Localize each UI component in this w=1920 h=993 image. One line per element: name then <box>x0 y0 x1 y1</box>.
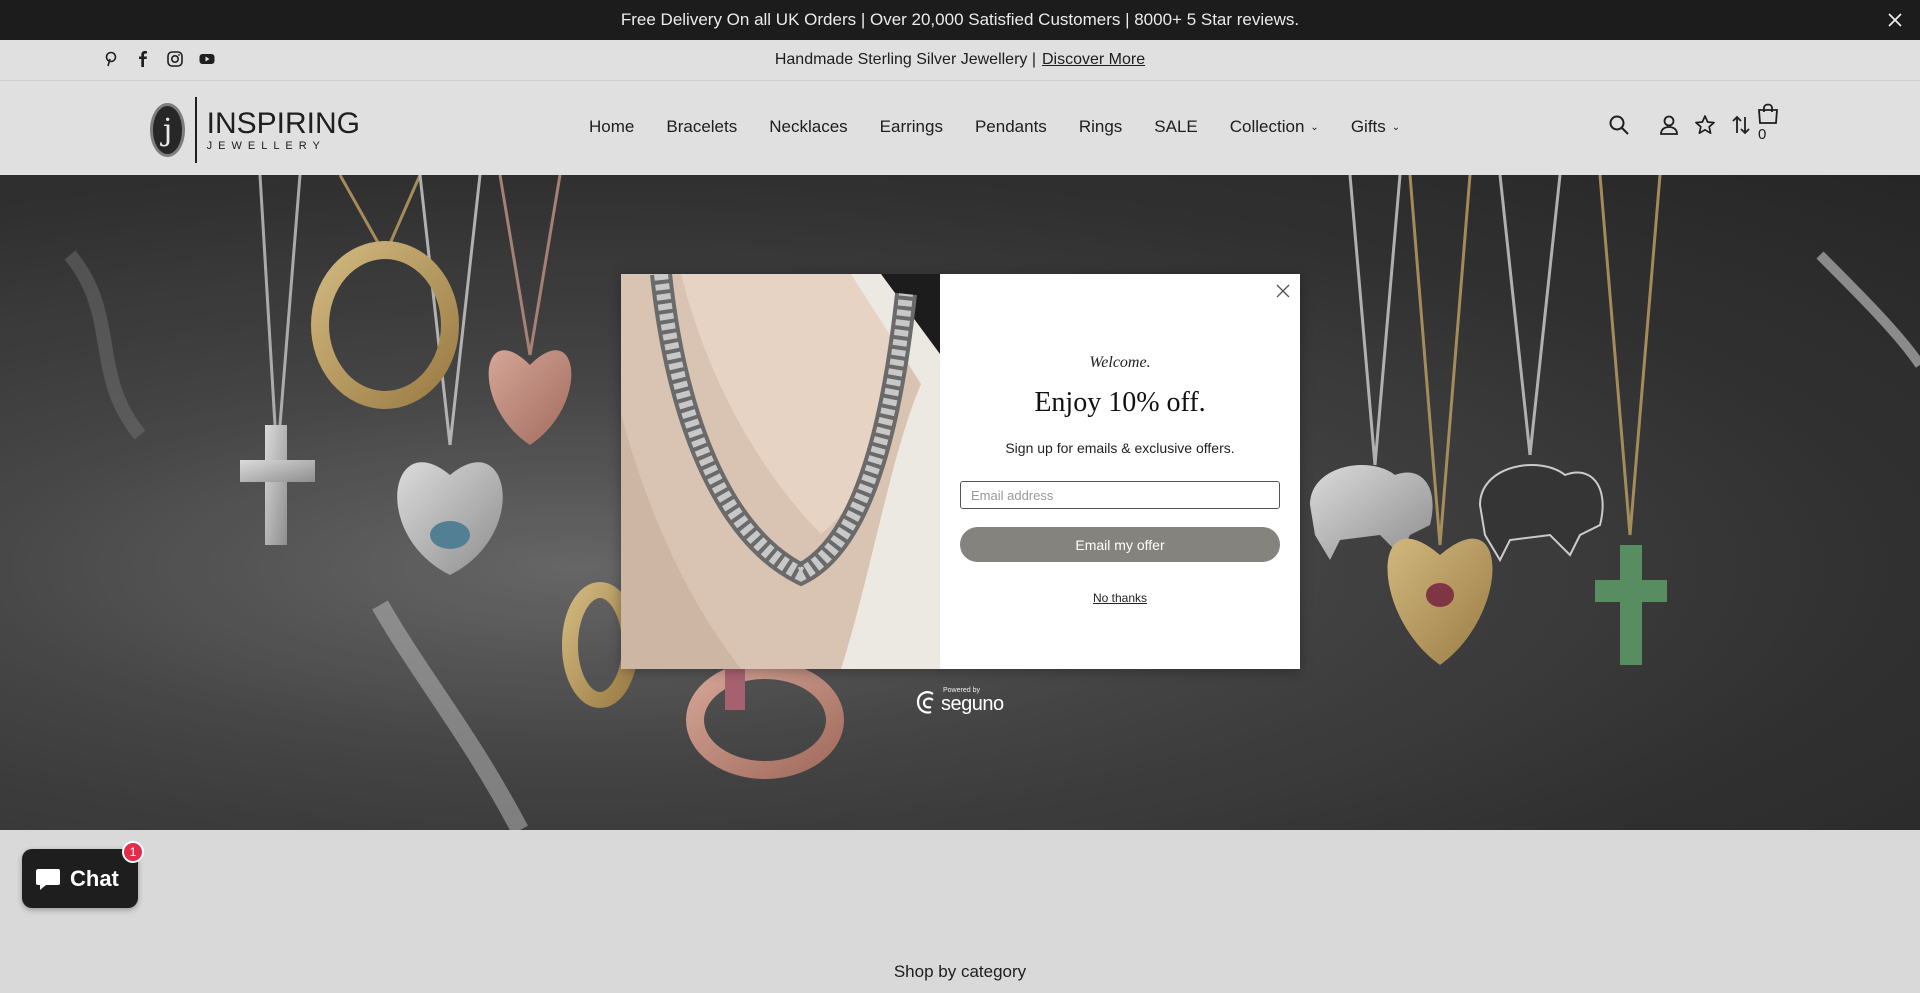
close-icon[interactable] <box>1884 9 1906 31</box>
nav-item-bracelets[interactable]: Bracelets <box>666 117 737 137</box>
instagram-icon[interactable] <box>166 50 184 68</box>
nav-item-sale[interactable]: SALE <box>1154 117 1197 137</box>
main-nav: Home Bracelets Necklaces Earrings Pendan… <box>589 117 1400 137</box>
cart-button[interactable]: 0 <box>1756 103 1784 143</box>
chat-bubble-icon <box>36 868 60 890</box>
lower-section: Shop by category <box>0 830 1920 993</box>
nav-item-earrings[interactable]: Earrings <box>880 117 943 137</box>
sub-bar: Handmade Sterling Silver Jewellery | Dis… <box>0 40 1920 81</box>
cart-count: 0 <box>1758 126 1767 143</box>
social-links <box>102 50 216 68</box>
site-header: j INSPIRING JEWELLERY Home Bracelets Nec… <box>0 81 1920 175</box>
site-logo[interactable]: j INSPIRING JEWELLERY <box>150 97 360 163</box>
popup-close-icon[interactable] <box>1274 282 1292 300</box>
cart-icon <box>1758 103 1778 124</box>
nav-item-rings[interactable]: Rings <box>1079 117 1122 137</box>
subbar-text: Handmade Sterling Silver Jewellery | <box>774 51 1036 68</box>
announcement-bar: Free Delivery On all UK Orders | Over 20… <box>0 0 1920 40</box>
section-heading: Shop by category <box>893 962 1027 981</box>
logo-wordmark: INSPIRING JEWELLERY <box>206 106 360 152</box>
nav-item-pendants[interactable]: Pendants <box>975 117 1047 137</box>
popup-welcome: Welcome. <box>1089 354 1151 371</box>
nav-item-gifts-label: Gifts <box>1350 117 1386 136</box>
popup-subline: Sign up for emails & exclusive offers. <box>1005 440 1235 456</box>
no-thanks-link[interactable]: No thanks <box>940 591 1300 605</box>
logo-divider <box>195 97 197 163</box>
logo-line-2: JEWELLERY <box>206 139 326 152</box>
logo-mark: j <box>150 103 186 157</box>
popup-content: Welcome. Enjoy 10% off. Sign up for emai… <box>940 274 1300 669</box>
email-field[interactable] <box>960 481 1280 509</box>
discover-more-link[interactable]: Discover More <box>1042 51 1145 69</box>
popup-headline: Enjoy 10% off. <box>1034 387 1206 418</box>
signup-popup: Welcome. Enjoy 10% off. Sign up for emai… <box>621 274 1300 669</box>
seguno-logo-icon <box>916 691 934 714</box>
popup-necklace-image <box>621 274 940 669</box>
seguno-badge[interactable]: Powered by seguno <box>913 687 1009 719</box>
chat-button[interactable]: Chat 1 <box>22 841 144 908</box>
facebook-icon[interactable] <box>134 50 152 68</box>
nav-item-gifts[interactable]: Gifts ⌄ <box>1351 117 1400 137</box>
wishlist-star-icon[interactable] <box>1694 114 1716 136</box>
announcement-text: Free Delivery On all UK Orders | Over 20… <box>620 10 1300 29</box>
nav-item-necklaces[interactable]: Necklaces <box>769 117 847 137</box>
compare-icon[interactable] <box>1730 114 1752 136</box>
logo-line-1: INSPIRING <box>206 106 360 140</box>
necklace-photo <box>621 274 940 669</box>
chevron-down-icon: ⌄ <box>1391 122 1401 133</box>
account-icon[interactable] <box>1658 114 1680 136</box>
chevron-down-icon: ⌄ <box>1310 122 1319 133</box>
email-my-offer-button[interactable]: Email my offer <box>960 527 1280 562</box>
search-icon[interactable] <box>1608 114 1630 136</box>
chat-label: Chat <box>70 865 119 891</box>
nav-item-collection[interactable]: Collection ⌄ <box>1230 117 1319 137</box>
header-icons <box>1608 114 1752 136</box>
nav-item-home[interactable]: Home <box>589 117 634 137</box>
seguno-wordmark: seguno <box>941 693 1004 715</box>
nav-item-collection-label: Collection <box>1229 117 1305 136</box>
chat-notification-badge: 1 <box>122 841 144 863</box>
pinterest-icon[interactable] <box>102 50 120 68</box>
youtube-icon[interactable] <box>198 50 216 68</box>
